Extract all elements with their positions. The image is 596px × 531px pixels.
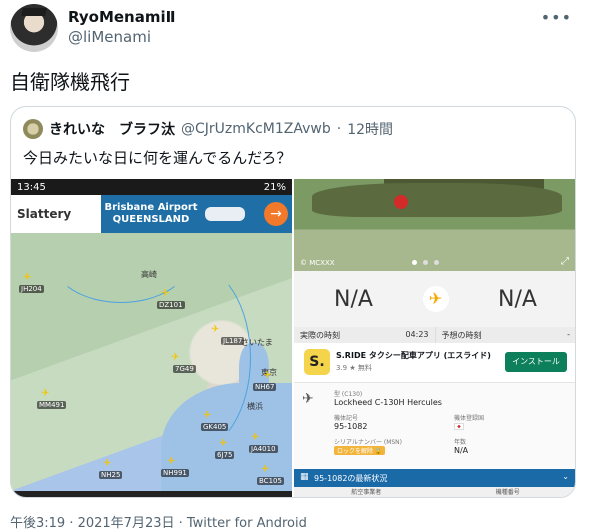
aircraft-body <box>312 183 562 217</box>
quoted-tweet-time: 12時間 <box>347 122 394 138</box>
serial-label: シリアルナンバー (MSN) <box>334 439 403 446</box>
country-label: 機体登録国 <box>454 415 485 422</box>
flight-label: NH991 <box>161 469 189 477</box>
city-label: さいたま <box>241 338 273 347</box>
plane-icon[interactable]: ✈ <box>203 411 213 421</box>
actual-time: 実際の時刻 04:23 <box>294 327 436 343</box>
plane-icon[interactable]: ✈ <box>261 465 271 475</box>
plane-icon[interactable]: ✈ <box>171 353 181 363</box>
japan-flag-icon <box>454 423 464 430</box>
plane-icon: ✈ <box>422 286 449 312</box>
planned-time: 予想の時刻 - <box>436 327 576 343</box>
latest-status-header[interactable]: ▦ 95-1082の最新状況 ⌄ <box>294 469 575 487</box>
calendar-icon: ▦ <box>300 472 309 482</box>
quoted-author-handle: @CJrUzmKcM1ZAvwb <box>181 121 331 137</box>
plane-icon[interactable]: ✈ <box>103 459 113 469</box>
latest-status-title: 95-1082の最新状況 <box>314 474 388 483</box>
quoted-tweet-card[interactable]: きれいな ブラフ汰 @CJrUzmKcM1ZAvwb · 12時間 今日みたいな… <box>10 106 576 498</box>
quoted-tweet-header: きれいな ブラフ汰 @CJrUzmKcM1ZAvwb · 12時間 <box>23 119 393 139</box>
flight-label: BC105 <box>257 477 284 485</box>
type-value: Lockheed C-130H Hercules <box>334 398 442 407</box>
flight-label: NH67 <box>253 383 277 391</box>
quoted-tweet-media: 13:45 21% Slattery Brisbane Airport QUEE… <box>11 179 576 497</box>
flight-label: DZ101 <box>157 301 185 309</box>
tweet-header: RyoMenamiⅡ @liMenami ••• <box>10 4 590 54</box>
actual-time-value: 04:23 <box>405 330 429 339</box>
aircraft-details: ✈ 型 (C130) Lockheed C-130H Hercules 機体記号… <box>294 383 575 469</box>
flight-label: MM491 <box>37 401 67 409</box>
unlock-tag[interactable]: ロックを解除 🔒 <box>334 446 386 455</box>
graduation-cap-icon <box>21 8 47 16</box>
quoted-author-name: きれいな ブラフ汰 <box>49 122 175 138</box>
ad-plane-graphic <box>205 207 245 221</box>
flight-map: 高崎 さいたま 東京 横浜 ✈ JH204 ✈ DZ101 ✈ JL187 ✈ … <box>11 233 292 497</box>
author-handle[interactable]: @liMenami <box>68 28 151 46</box>
plane-icon[interactable]: ✈ <box>41 389 51 399</box>
more-horizontal-icon[interactable]: ••• <box>541 8 572 27</box>
flight-details-screenshot-image[interactable]: © MCXXX ⤢ N/A ✈ N/A 実際の時刻 04:23 予想の時刻 - <box>294 179 576 497</box>
app-rating: 3.9 ★ 無料 <box>336 364 372 372</box>
registration-value: 95-1082 <box>334 422 368 431</box>
times-row: 実際の時刻 04:23 予想の時刻 - <box>294 327 576 343</box>
origin-code: N/A <box>334 286 373 312</box>
app-ad: S. S.RIDE タクシー配車アプリ (エスライド) 3.9 ★ 無料 インス… <box>294 343 575 383</box>
flight-label: 6J75 <box>215 451 235 459</box>
flight-label: JH204 <box>19 285 44 293</box>
flightradar-screenshot-image[interactable]: 13:45 21% Slattery Brisbane Airport QUEE… <box>11 179 292 497</box>
plane-icon[interactable]: ✈ <box>211 325 221 335</box>
hinomaru-roundel <box>394 195 408 209</box>
age-value: N/A <box>454 446 469 455</box>
photo-credit: © MCXXX <box>300 259 335 267</box>
app-logo-icon: S. <box>304 349 330 375</box>
separator-dot: · <box>336 121 342 137</box>
status-time: 13:45 <box>17 181 46 193</box>
author-avatar[interactable] <box>10 4 58 52</box>
plane-icon[interactable]: ✈ <box>161 289 171 299</box>
city-label: 横浜 <box>247 402 263 411</box>
planned-time-label: 予想の時刻 <box>441 331 482 340</box>
plane-icon[interactable]: ✈ <box>263 371 273 381</box>
flight-label: 7G49 <box>173 365 196 373</box>
bottom-labels: 航空事業者 機種番号 <box>294 487 575 497</box>
flight-label: GK405 <box>201 423 229 431</box>
plane-icon[interactable]: ✈ <box>251 433 261 443</box>
flight-label: NH25 <box>99 471 123 479</box>
chevron-down-icon: ⌄ <box>562 472 569 481</box>
destination-code: N/A <box>498 286 537 312</box>
flight-label: JA4010 <box>249 445 278 453</box>
photo-pagination <box>412 260 439 265</box>
tweet-metadata: 午後3:19 · 2021年7月23日 · Twitter for Androi… <box>10 516 307 531</box>
quoted-author-avatar <box>23 119 43 139</box>
author-display-name[interactable]: RyoMenamiⅡ <box>68 8 176 26</box>
arrow-right-icon: → <box>264 202 288 226</box>
install-button[interactable]: インストール <box>505 352 567 372</box>
aircraft-photo: © MCXXX ⤢ <box>294 179 575 271</box>
registration-label: 機体記号 <box>334 415 359 422</box>
phone-status-bar: 13:45 21% <box>11 179 292 195</box>
plane-icon[interactable]: ✈ <box>23 273 33 283</box>
route-row: N/A ✈ N/A <box>294 271 575 327</box>
type-label: 型 (C130) <box>334 391 363 398</box>
bottom-right-label: 機種番号 <box>495 489 520 496</box>
aircraft-icon: ✈ <box>302 391 314 407</box>
plane-icon[interactable]: ✈ <box>167 457 177 467</box>
flight-label: JL187 <box>221 337 245 345</box>
app-name: S.RIDE タクシー配車アプリ (エスライド) <box>336 351 491 360</box>
expand-icon[interactable]: ⤢ <box>561 256 569 267</box>
age-label: 年数 <box>454 439 467 446</box>
tweet-text: 自衛隊機飛行 <box>10 70 130 94</box>
planned-time-value: - <box>567 330 570 339</box>
plane-icon[interactable]: ✈ <box>219 439 229 449</box>
bottom-left-label: 航空事業者 <box>351 489 382 496</box>
battery-level: 21% <box>263 181 286 193</box>
quoted-tweet-text: 今日みたいな日に何を運んでるんだろ？ <box>23 149 292 167</box>
city-label: 高崎 <box>141 270 157 279</box>
nav-bar <box>11 491 292 497</box>
actual-time-label: 実際の時刻 <box>300 331 340 340</box>
